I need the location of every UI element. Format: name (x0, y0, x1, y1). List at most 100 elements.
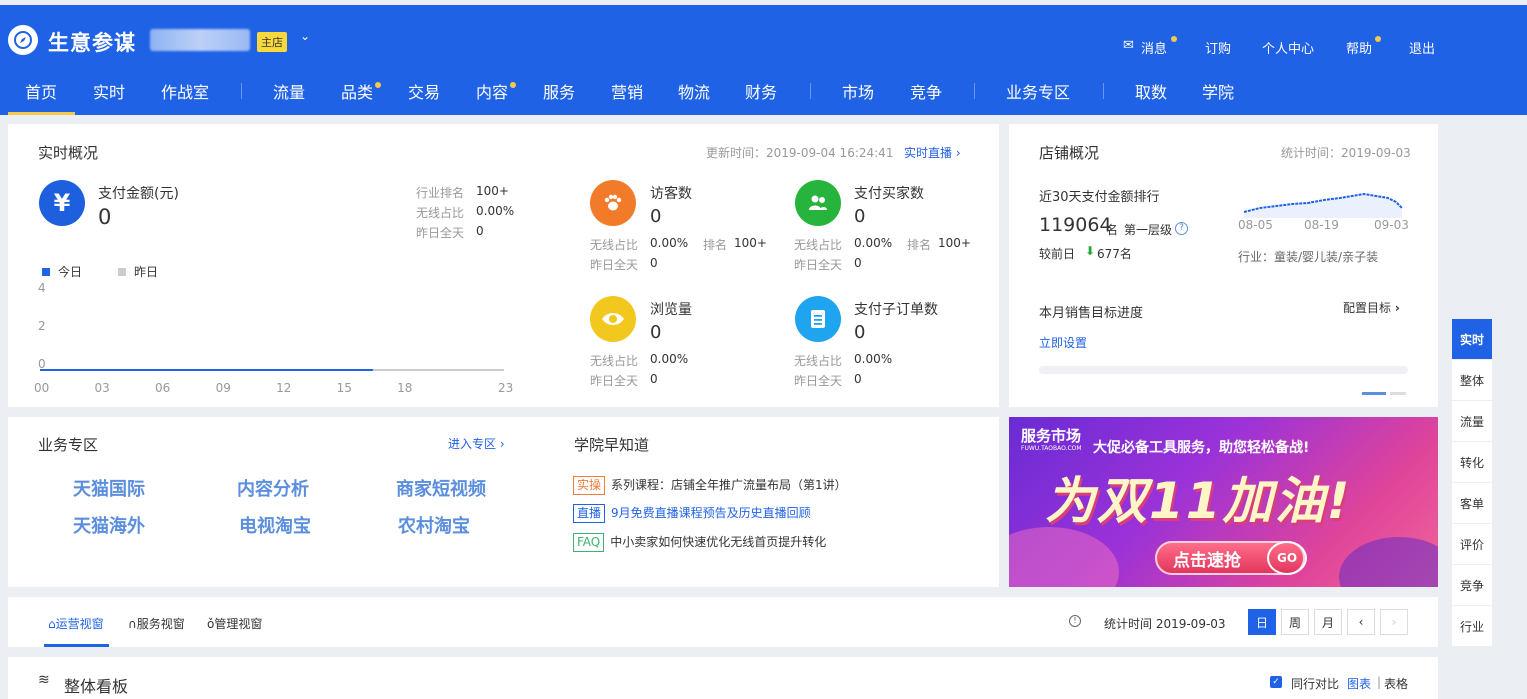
side-tab-conversion[interactable]: 转化 (1452, 442, 1492, 483)
prev-date-button[interactable]: ‹ (1347, 609, 1375, 635)
target-progress-bar (1039, 366, 1408, 374)
top-link-messages[interactable]: 消息 (1141, 38, 1167, 57)
top-link-profile[interactable]: 个人中心 (1262, 38, 1314, 57)
period-week-button[interactable]: 周 (1281, 609, 1309, 635)
nav-content[interactable]: 内容 (476, 79, 508, 103)
carousel-dot[interactable] (1390, 392, 1406, 395)
yesterday-label: 昨日全天 (416, 226, 465, 240)
chevron-down-icon[interactable]: ⌄ (300, 29, 310, 43)
x-tick-label: 15 (337, 381, 352, 395)
side-tab-reviews[interactable]: 评价 (1452, 524, 1492, 565)
config-target-link[interactable]: 配置目标 › (1343, 299, 1400, 316)
nav-traffic[interactable]: 流量 (273, 79, 305, 103)
nav-marketing[interactable]: 营销 (611, 79, 643, 103)
nav-market[interactable]: 市场 (842, 79, 874, 103)
mail-icon[interactable]: ✉ (1123, 38, 1134, 53)
set-target-link[interactable]: 立即设置 (1039, 334, 1087, 351)
carousel-dot-active[interactable] (1362, 392, 1386, 395)
biz-tv-taobao[interactable]: 电视淘宝 (239, 512, 311, 538)
academy-item[interactable]: 实操 系列课程：店铺全年推广流量布局（第1讲） (573, 476, 847, 495)
legend-today[interactable]: 今日 (42, 263, 82, 280)
legend-yesterday[interactable]: 昨日 (118, 263, 158, 280)
suborders-wireless-value: 0.00% (854, 352, 893, 366)
nav-warroom[interactable]: 作战室 (161, 79, 209, 103)
side-tab-overall[interactable]: 整体 (1452, 360, 1492, 401)
biz-short-video[interactable]: 商家短视频 (396, 475, 486, 501)
academy-item[interactable]: 直播 9月免费直播课程预告及历史直播回顾 (573, 504, 811, 523)
chevron-right-icon: › (1394, 301, 1400, 315)
x-tick-label: 18 (397, 381, 412, 395)
pageviews-label: 浏览量 (650, 302, 692, 318)
side-tab-competition[interactable]: 竞争 (1452, 565, 1492, 606)
industry-rank-value: 100+ (476, 184, 509, 198)
nav-trade[interactable]: 交易 (408, 79, 440, 103)
side-tab-industry[interactable]: 行业 (1452, 606, 1492, 647)
active-tab-indicator (44, 644, 109, 647)
shield-icon: ⌂ (48, 617, 56, 631)
chart-view-link[interactable]: 图表 (1347, 675, 1371, 692)
promo-banner[interactable]: 服务市场 FUWU.TAOBAO.COM 大促必备工具服务，助您轻松备战! 为双… (1009, 417, 1438, 587)
next-date-button[interactable]: › (1380, 609, 1408, 635)
compass-logo-icon[interactable] (8, 25, 38, 55)
realtime-line-chart: 42000 03 06 09 12 15 18 23 (34, 282, 513, 395)
chevron-right-icon: › (955, 146, 961, 160)
top-link-help[interactable]: 帮助 (1346, 38, 1372, 57)
tab-operations[interactable]: ⌂运营视窗 (48, 615, 104, 632)
top-link-logout[interactable]: 退出 (1409, 38, 1435, 57)
banner-slogan: 为双11加油! (1045, 472, 1352, 530)
academy-item[interactable]: FAQ 中小卖家如何快速优化无线首页提升转化 (573, 533, 826, 552)
y-tick-label: 4 (38, 282, 46, 295)
banner-go-badge: GO (1267, 541, 1307, 575)
period-month-button[interactable]: 月 (1314, 609, 1342, 635)
visitors-label: 访客数 (650, 186, 692, 202)
layers-icon: ≋ (38, 672, 50, 688)
buyers-rank-label: 排名 (907, 238, 932, 252)
nav-logistics[interactable]: 物流 (678, 79, 710, 103)
nav-service[interactable]: 服务 (543, 79, 575, 103)
suborders-wireless-label: 无线占比 (794, 354, 843, 368)
buyers-yesterday-value: 0 (854, 256, 862, 270)
pay-amount-label: 支付金额(元) (98, 186, 179, 202)
nav-realtime[interactable]: 实时 (93, 79, 125, 103)
biz-tmall-overseas[interactable]: 天猫海外 (73, 512, 145, 538)
nav-finance[interactable]: 财务 (745, 79, 777, 103)
tab-management[interactable]: ǒ管理视窗 (207, 615, 262, 632)
side-tab-realtime[interactable]: 实时 (1452, 319, 1492, 360)
top-link-order[interactable]: 订购 (1205, 38, 1231, 57)
nav-business-zone[interactable]: 业务专区 (1006, 79, 1070, 103)
nav-home[interactable]: 首页 (25, 79, 57, 103)
yen-icon: ¥ (39, 180, 85, 226)
tab-service[interactable]: ∩服务视窗 (128, 615, 185, 632)
side-tab-traffic[interactable]: 流量 (1452, 401, 1492, 442)
target-title: 本月销售目标进度 (1039, 306, 1144, 321)
nav-category[interactable]: 品类 (341, 79, 373, 103)
pageviews-yesterday-value: 0 (650, 372, 658, 386)
headset-icon: ∩ (128, 617, 137, 631)
biz-tmall-global[interactable]: 天猫国际 (73, 475, 145, 501)
clipboard-icon (795, 296, 841, 342)
biz-rural-taobao[interactable]: 农村淘宝 (398, 512, 470, 538)
side-tab-order-value[interactable]: 客单 (1452, 483, 1492, 524)
suborders-value: 0 (854, 322, 866, 343)
wireless-ratio-label: 无线占比 (416, 206, 465, 220)
spark-label-start: 08-05 (1238, 218, 1273, 232)
nav-data-fetch[interactable]: 取数 (1135, 79, 1167, 103)
app-title[interactable]: 生意参谋 (48, 27, 136, 57)
info-icon[interactable]: ! (1069, 615, 1081, 627)
help-icon[interactable]: ? (1175, 222, 1188, 235)
nav-academy[interactable]: 学院 (1202, 79, 1234, 103)
visitors-wireless-value: 0.00% (650, 236, 689, 250)
enter-zone-link[interactable]: 进入专区 › (448, 435, 505, 452)
industry-label: 行业：童装/婴儿装/亲子装 (1238, 250, 1379, 264)
chevron-right-icon: › (499, 437, 505, 451)
period-day-button[interactable]: 日 (1248, 609, 1276, 635)
table-view-link[interactable]: 表格 (1384, 675, 1408, 692)
biz-content-analysis[interactable]: 内容分析 (237, 475, 309, 501)
compare-checkbox[interactable]: ✓ (1270, 676, 1282, 688)
nav-competition[interactable]: 竞争 (910, 79, 942, 103)
live-link[interactable]: 实时直播 › (904, 144, 961, 161)
banner-headline: 大促必备工具服务，助您轻松备战! (1093, 440, 1310, 456)
active-nav-indicator (8, 112, 75, 115)
buyers-wireless-value: 0.00% (854, 236, 893, 250)
notification-dot (1171, 36, 1177, 42)
